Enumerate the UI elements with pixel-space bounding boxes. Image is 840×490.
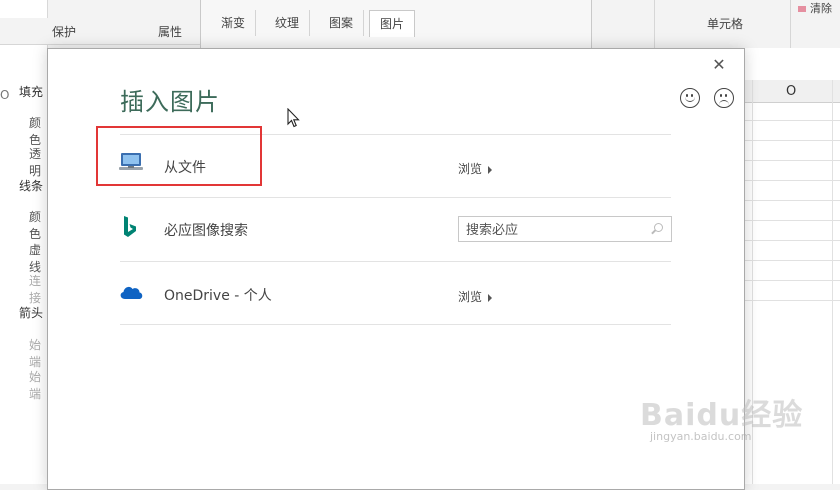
- dialog-title: 插入图片: [120, 88, 220, 116]
- pane-item-line[interactable]: 线条: [19, 177, 43, 194]
- grid-line: [743, 280, 840, 281]
- grid-line: [743, 140, 840, 141]
- tab-properties[interactable]: 属性: [158, 23, 182, 40]
- grid-line: [743, 240, 840, 241]
- pane-item-fill-color[interactable]: 颜色: [29, 114, 47, 148]
- tab-protection[interactable]: 保护: [52, 23, 76, 40]
- cells-group-label: 单元格: [706, 17, 743, 31]
- bing-search-label: 必应图像搜索: [164, 223, 248, 239]
- separator: [120, 197, 671, 198]
- onedrive-browse-button[interactable]: 浏览: [458, 288, 493, 305]
- pane-edge-label: O: [0, 88, 10, 102]
- grid-line: [743, 120, 840, 121]
- grid-line: [743, 200, 840, 201]
- pane-item-dash[interactable]: 虚线: [29, 241, 47, 275]
- smile-icon[interactable]: [680, 88, 700, 108]
- highlight-box: [96, 126, 262, 186]
- pane-item-begin-size: 始端: [29, 370, 42, 401]
- pane-item-transparency[interactable]: 透明: [29, 145, 47, 179]
- pane-item-line-color[interactable]: 颜色: [29, 208, 47, 242]
- bing-search-box[interactable]: [458, 216, 672, 242]
- browse-label: 浏览: [458, 290, 483, 304]
- grid-line: [743, 220, 840, 221]
- baidu-watermark: Baidu经验 jingyan.baidu.com: [640, 390, 810, 443]
- ribbon-group: [590, 0, 655, 48]
- bing-icon: [124, 216, 136, 237]
- tab-picture[interactable]: 图片: [369, 10, 416, 37]
- onedrive-icon: [120, 286, 143, 299]
- pane-tabs: 保护 属性: [0, 18, 200, 45]
- eraser-icon: [798, 6, 806, 12]
- tab-pattern[interactable]: 图案: [319, 10, 365, 36]
- grid-line: [743, 300, 840, 301]
- grid-line: [743, 160, 840, 161]
- grid-line: [743, 180, 840, 181]
- pane-item-begin-style: 始端: [29, 338, 42, 369]
- search-icon[interactable]: [654, 223, 663, 232]
- format-pane: O 填充 颜色 透明 线条 颜色 虚线 连接 箭头 始端 始端: [0, 0, 48, 484]
- frown-icon[interactable]: [714, 88, 734, 108]
- tab-texture[interactable]: 纹理: [265, 10, 311, 36]
- bing-search-input[interactable]: [464, 218, 648, 242]
- from-file-browse-button[interactable]: 浏览: [458, 160, 493, 177]
- watermark-text: Baidu经验: [640, 398, 804, 433]
- pane-item-arrow[interactable]: 箭头: [19, 304, 43, 321]
- clear-label: 清除: [810, 2, 832, 15]
- pane-item-connector: 连接: [29, 274, 42, 305]
- pane-item-fill[interactable]: 填充: [19, 83, 43, 100]
- grid-line: [743, 260, 840, 261]
- browse-label: 浏览: [458, 162, 483, 176]
- cursor-icon: [287, 108, 300, 128]
- separator: [120, 324, 671, 325]
- format-picture-dialog: 渐变 纹理 图案 图片: [200, 0, 592, 49]
- clear-button[interactable]: 清除: [798, 0, 832, 16]
- chevron-right-icon: [488, 165, 493, 174]
- chevron-right-icon: [488, 293, 493, 302]
- column-o-label: O: [786, 84, 797, 99]
- onedrive-label[interactable]: OneDrive - 个人: [164, 285, 272, 305]
- tab-gradient[interactable]: 渐变: [211, 10, 257, 36]
- close-icon[interactable]: ✕: [710, 56, 728, 74]
